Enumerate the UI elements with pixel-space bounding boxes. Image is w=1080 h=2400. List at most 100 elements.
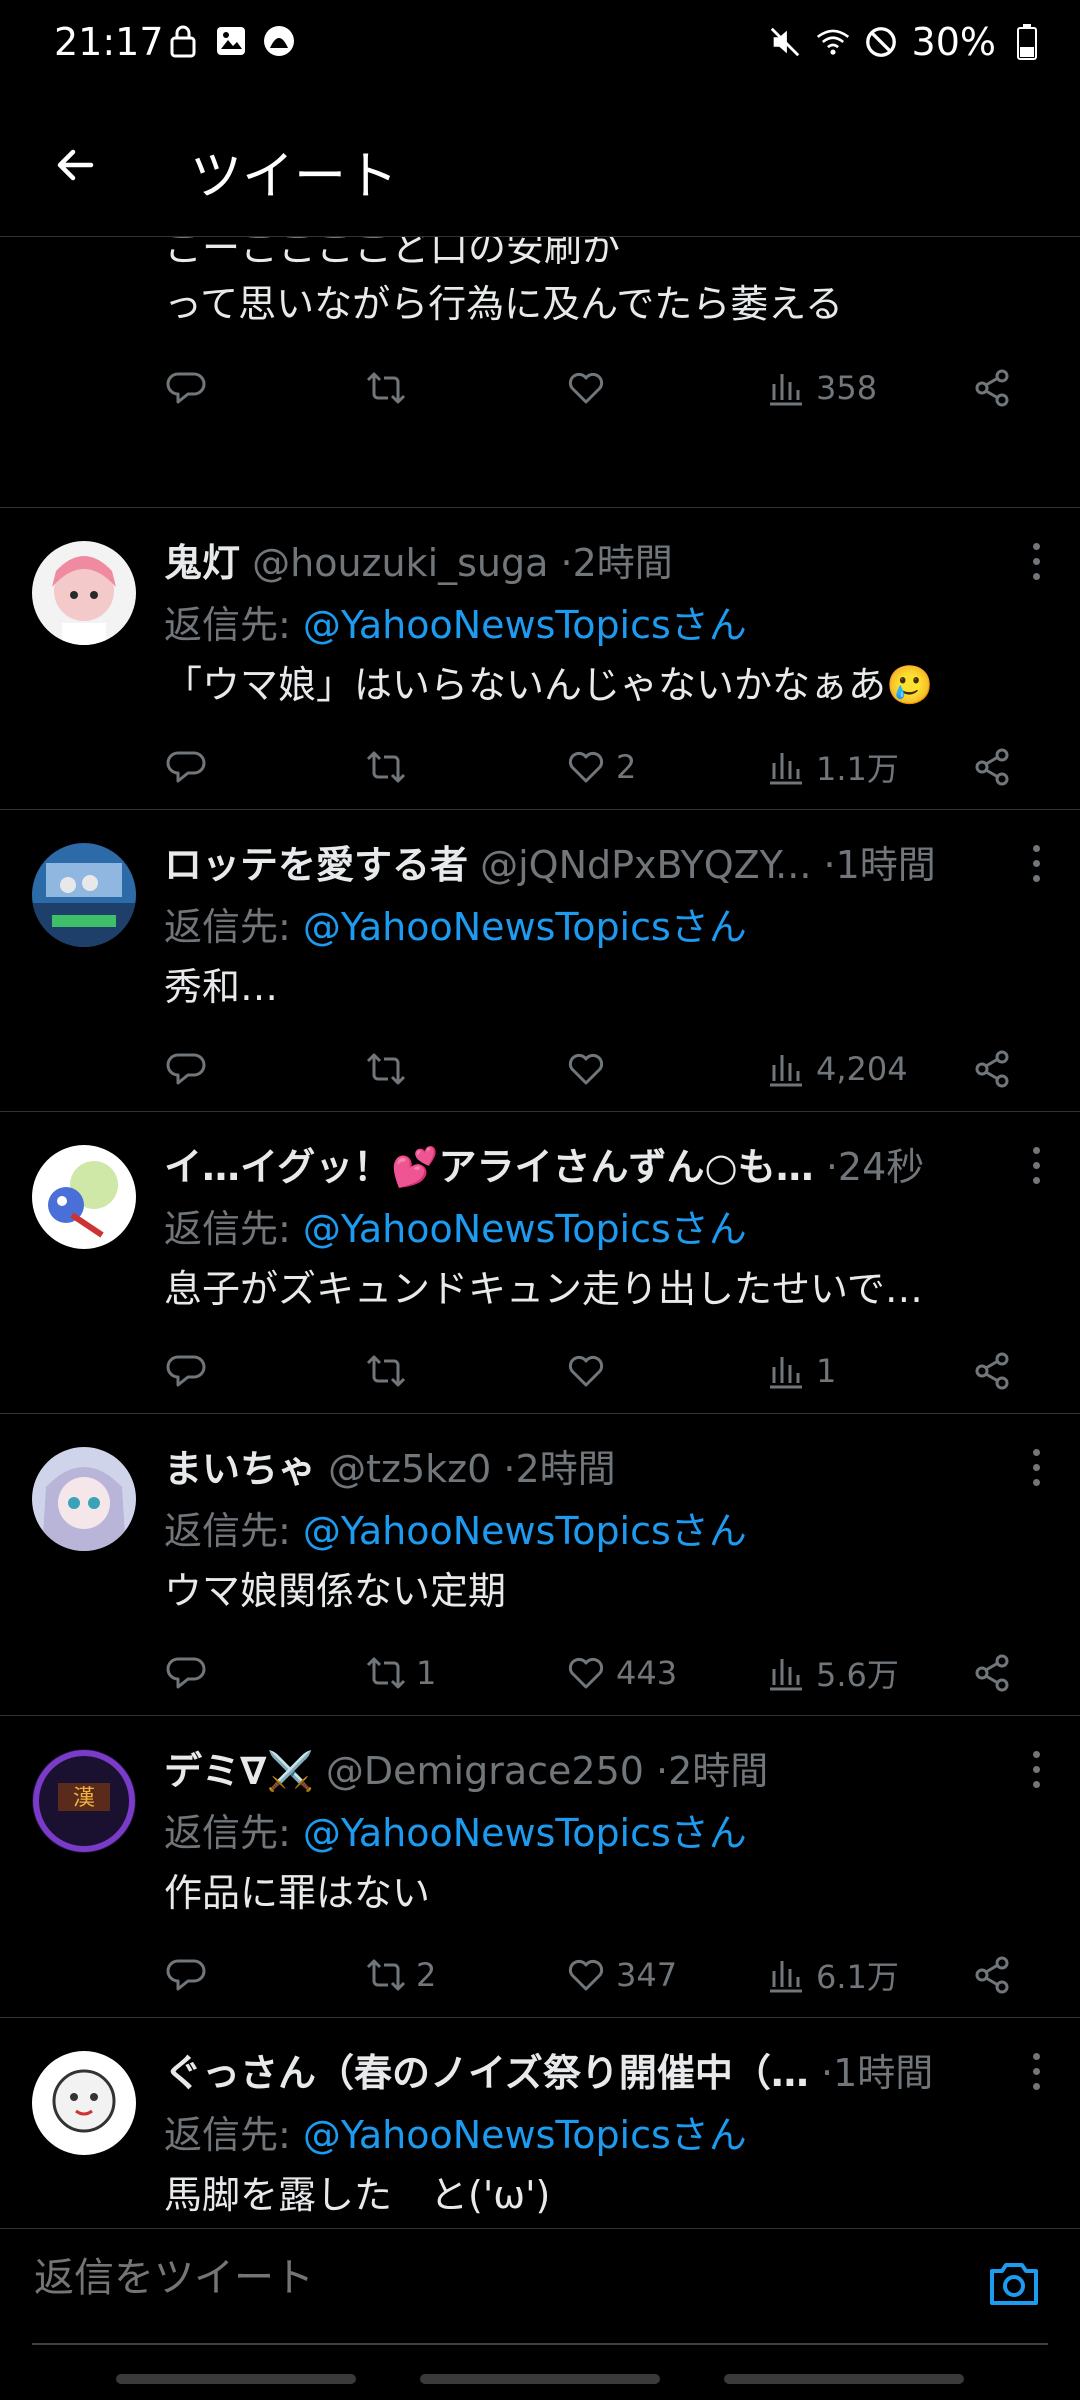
more-options-button[interactable]: [1026, 1751, 1046, 1801]
avatar[interactable]: [32, 1145, 136, 1249]
like-button[interactable]: 2: [564, 741, 636, 793]
more-options-button[interactable]: [1026, 543, 1046, 593]
like-count: 347: [616, 1956, 678, 1994]
nav-back[interactable]: [724, 2374, 964, 2384]
tweet-header: まいちゃ @tz5kz0 ·2時間: [164, 1441, 1000, 1497]
reply-to-link[interactable]: @YahooNewsTopicsさん: [303, 2113, 747, 2157]
more-dots-icon: [1032, 1449, 1040, 1456]
display-name[interactable]: まいちゃ: [164, 1447, 316, 1491]
views-count: 1: [816, 1352, 837, 1390]
tweet-partial[interactable]: こーここここど口の安刷か って思いながら行為に及んでたら萎える 358: [0, 237, 1080, 508]
page-title: ツイート: [190, 147, 399, 207]
more-options-button[interactable]: [1026, 1147, 1046, 1197]
display-name[interactable]: デミ∇⚔️: [164, 1749, 314, 1793]
reply-button[interactable]: [164, 1043, 216, 1095]
retweet-button[interactable]: [364, 741, 416, 793]
separator-dot: ·: [656, 1749, 669, 1793]
reply-button[interactable]: [164, 1647, 216, 1699]
retweet-icon: [366, 751, 406, 783]
tweet-text: 作品に罪はない: [164, 1871, 431, 1915]
more-options-button[interactable]: [1026, 2053, 1046, 2103]
tweet[interactable]: ぐっさん（春のノイズ祭り開催中（… ·1時間 返信先: @YahooNewsTop…: [0, 2017, 1080, 2227]
reply-to-link[interactable]: @YahooNewsTopicsさん: [303, 1509, 747, 1553]
reply-button[interactable]: [164, 741, 216, 793]
user-handle[interactable]: @houzuki_suga: [252, 541, 548, 585]
display-name[interactable]: ぐっさん（春のノイズ祭り開催中（…: [164, 2051, 809, 2095]
like-button[interactable]: [564, 1345, 616, 1397]
reply-feed[interactable]: こーここここど口の安刷か って思いながら行為に及んでたら萎える 358 鬼灯 @…: [0, 237, 1080, 2227]
reply-to-link[interactable]: @YahooNewsTopicsさん: [303, 603, 747, 647]
like-button[interactable]: 347: [564, 1949, 677, 2001]
views-button[interactable]: 1: [764, 1345, 836, 1397]
tweet[interactable]: まいちゃ @tz5kz0 ·2時間 返信先: @YahooNewsTopicsさん…: [0, 1413, 1080, 1716]
tweet[interactable]: ロッテを愛する者 @jQNdPxBYQZY... ·1時間 返信先: @Yahoo…: [0, 809, 1080, 1112]
share-icon: [975, 1352, 1009, 1390]
tweet-time: 1時間: [833, 2051, 934, 2095]
retweet-button[interactable]: [364, 1043, 416, 1095]
more-options-button[interactable]: [1026, 845, 1046, 895]
like-button[interactable]: 443: [564, 1647, 677, 1699]
display-name[interactable]: イ…イグッ！💕アライさんずん○も…: [164, 1145, 814, 1189]
tweet-header: 鬼灯 @houzuki_suga ·2時間: [164, 535, 1000, 591]
avatar[interactable]: 漢: [32, 1749, 136, 1853]
retweet-icon: [366, 372, 406, 404]
share-button[interactable]: [970, 1647, 1014, 1699]
tweet-header: ぐっさん（春のノイズ祭り開催中（… ·1時間: [164, 2045, 1000, 2101]
retweet-button[interactable]: [364, 1345, 416, 1397]
views-button[interactable]: 1.1万: [764, 741, 899, 793]
user-handle[interactable]: @tz5kz0: [328, 1447, 491, 1491]
display-name[interactable]: ロッテを愛する者: [164, 843, 468, 887]
tweet-text: 秀和…: [164, 965, 279, 1009]
like-button[interactable]: [564, 1043, 616, 1095]
separator-dot: ·: [825, 1145, 838, 1189]
display-name[interactable]: 鬼灯: [164, 541, 240, 585]
reply-input[interactable]: [32, 2255, 936, 2302]
reply-to-link[interactable]: @YahooNewsTopicsさん: [303, 905, 747, 949]
nav-home[interactable]: [420, 2374, 660, 2384]
wifi-icon: [816, 25, 850, 59]
lock-icon: [166, 24, 200, 58]
back-button[interactable]: [40, 130, 110, 200]
tweet[interactable]: 鬼灯 @houzuki_suga ·2時間 返信先: @YahooNewsTopi…: [0, 507, 1080, 810]
reply-button[interactable]: [164, 1949, 216, 2001]
like-button[interactable]: [564, 362, 608, 414]
views-button[interactable]: 358: [764, 362, 877, 414]
retweet-button[interactable]: 2: [364, 1949, 436, 2001]
tweet[interactable]: イ…イグッ！💕アライさんずん○も… ·24秒 返信先: @YahooNewsTop…: [0, 1111, 1080, 1414]
views-count: 358: [816, 369, 878, 407]
retweet-button[interactable]: 1: [364, 1647, 436, 1699]
avatar[interactable]: [32, 1447, 136, 1551]
more-options-button[interactable]: [1026, 1449, 1046, 1499]
reply-to-line: 返信先: @YahooNewsTopicsさん: [164, 1805, 747, 1861]
reply-to-link[interactable]: @YahooNewsTopicsさん: [303, 1207, 747, 1251]
heart-icon: [568, 751, 604, 783]
tweet[interactable]: 漢 デミ∇⚔️ @Demigrace250 ·2時間 返信先: @YahooNews…: [0, 1715, 1080, 2018]
share-button[interactable]: [970, 1043, 1014, 1095]
reply-to-line: 返信先: @YahooNewsTopicsさん: [164, 597, 747, 653]
separator-dot: ·: [820, 2051, 834, 2095]
share-button[interactable]: [970, 741, 1014, 793]
views-button[interactable]: 4,204: [764, 1043, 908, 1095]
compose-bar: [0, 2228, 1080, 2349]
retweet-count: 1: [416, 1654, 437, 1692]
reply-to-link[interactable]: @YahooNewsTopicsさん: [303, 1811, 747, 1855]
reply-button[interactable]: [164, 362, 208, 414]
nav-recents[interactable]: [116, 2374, 356, 2384]
camera-button[interactable]: [984, 2253, 1044, 2313]
app-notification-icon: [262, 24, 296, 58]
share-button[interactable]: [970, 1949, 1014, 2001]
mute-icon: [768, 25, 802, 59]
heart-icon: [568, 1959, 604, 1991]
views-button[interactable]: 5.6万: [764, 1647, 899, 1699]
share-button[interactable]: [970, 1345, 1014, 1397]
avatar[interactable]: [32, 2051, 136, 2155]
user-handle[interactable]: @jQNdPxBYQZY...: [480, 843, 811, 887]
share-button[interactable]: [970, 362, 1014, 414]
views-button[interactable]: 6.1万: [764, 1949, 899, 2001]
reply-button[interactable]: [164, 1345, 216, 1397]
user-handle[interactable]: @Demigrace250: [326, 1749, 644, 1793]
retweet-button[interactable]: [364, 362, 408, 414]
avatar[interactable]: [32, 843, 136, 947]
avatar[interactable]: [32, 541, 136, 645]
tweet-actions: 4,204: [164, 1043, 1034, 1095]
